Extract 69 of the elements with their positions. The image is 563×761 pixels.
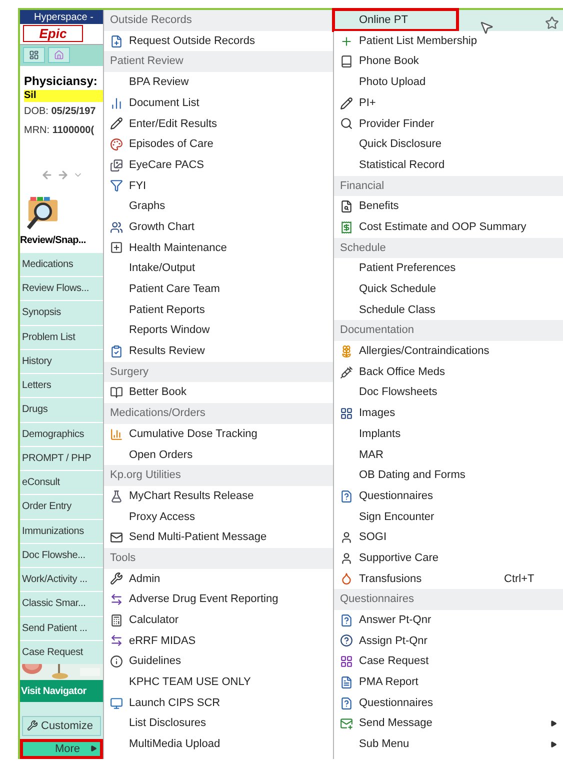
menu-section-header: Financial — [334, 176, 563, 196]
person-icon — [340, 552, 352, 565]
shortcut-text: Ctrl+T — [504, 572, 534, 587]
menu-item[interactable]: Online PT — [334, 10, 563, 31]
menu-item[interactable]: Request Outside Records — [104, 30, 333, 52]
visit-navigator-button[interactable]: Visit Navigator — [20, 680, 103, 702]
question-document-icon — [340, 614, 352, 627]
plus-square-icon — [110, 241, 122, 254]
file-search-icon — [340, 200, 352, 214]
toolbar-button[interactable] — [23, 47, 45, 64]
menu-section-header: Documentation — [334, 320, 563, 341]
chart-icon — [110, 96, 122, 110]
question-document-icon — [340, 490, 352, 503]
drop-icon — [340, 572, 352, 586]
wrench-icon — [27, 720, 38, 732]
star-icon[interactable] — [545, 16, 559, 30]
arrows-icon — [110, 634, 122, 648]
monitor-icon — [110, 696, 122, 710]
pencil-icon — [340, 96, 352, 110]
question-document-icon — [340, 696, 352, 710]
arrows-icon — [110, 593, 122, 606]
mrn-text: MRN: 1100000( — [24, 124, 96, 138]
back-icon[interactable] — [40, 168, 52, 181]
receipt-icon — [340, 220, 352, 234]
book-icon — [110, 386, 122, 400]
book-icon — [340, 55, 352, 68]
mail-plus-icon — [340, 717, 352, 730]
patient-alert: Sil — [24, 90, 103, 102]
person-icon — [340, 531, 352, 544]
logo[interactable]: Epic — [23, 25, 83, 42]
mail-icon — [110, 531, 122, 544]
calculator-icon — [110, 614, 122, 627]
dots-icon — [110, 138, 122, 151]
file-plus-icon — [110, 34, 122, 48]
patient-name: Physiciansy: — [24, 72, 98, 90]
people-icon — [110, 220, 122, 234]
menu-section-header: Kp.org Utilities — [104, 465, 333, 486]
syringe-icon — [340, 366, 352, 379]
funnel-icon — [110, 179, 122, 192]
menu-section-header: Medications/Orders — [104, 403, 333, 424]
wrench-icon — [110, 572, 122, 586]
more-button[interactable]: More — [20, 738, 103, 759]
dob-text: DOB: 05/25/197 — [24, 104, 97, 119]
menu-section-header: Questionnaires — [334, 589, 563, 610]
grid-icon — [340, 406, 352, 420]
menu-section-header: Surgery — [104, 362, 333, 382]
pencil-icon — [110, 117, 122, 130]
menu-section-header: Schedule — [334, 238, 563, 258]
question-icon — [340, 634, 352, 648]
search-icon — [340, 117, 352, 130]
flask-icon — [110, 490, 122, 503]
mouse-cursor-icon — [479, 20, 494, 35]
menu-section-header: Outside Records — [104, 10, 333, 31]
plus-icon — [340, 34, 352, 48]
flower-icon — [340, 344, 352, 358]
document-icon — [340, 676, 352, 689]
menu-section-header: Tools — [104, 548, 333, 569]
customize-button[interactable]: Customize — [22, 716, 101, 736]
bar-chart-icon — [110, 428, 122, 441]
info-icon — [110, 655, 122, 668]
dashboard-icon — [29, 50, 39, 60]
grid-icon — [340, 655, 352, 668]
clipboard-icon — [110, 344, 122, 358]
menu-section-header: Patient Review — [104, 51, 333, 72]
home-icon — [54, 50, 64, 60]
window-title: Hyperspace - — [20, 10, 103, 24]
images-icon — [110, 158, 122, 172]
submenu-arrow-icon — [90, 745, 97, 752]
forward-icon[interactable] — [56, 168, 68, 181]
